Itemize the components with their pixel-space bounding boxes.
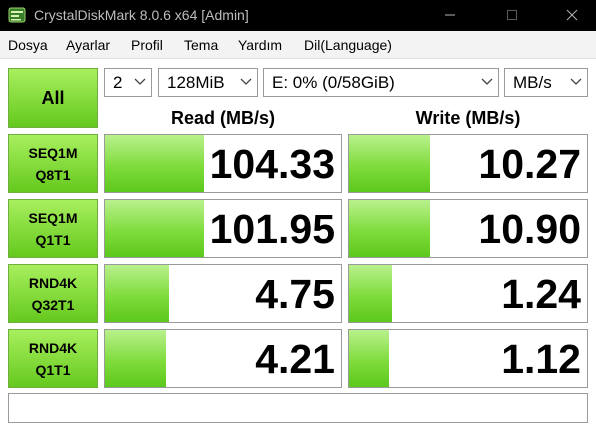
write-value: 1.12 xyxy=(501,336,581,382)
write-header: Write (MB/s) xyxy=(415,108,521,128)
maximize-icon[interactable] xyxy=(500,5,524,25)
chevron-down-icon xyxy=(134,78,146,85)
test-line2: Q1T1 xyxy=(35,231,71,248)
read-value: 101.95 xyxy=(209,206,335,252)
test-button-seq1m-q1t1[interactable]: SEQ1M Q1T1 xyxy=(8,199,98,258)
write-bar xyxy=(349,135,430,192)
test-line2: Q1T1 xyxy=(35,361,71,378)
test-line1: SEQ1M xyxy=(28,209,78,226)
read-bar xyxy=(105,135,205,192)
test-count-value: 2 xyxy=(113,73,123,92)
chevron-down-icon xyxy=(240,78,252,85)
test-line2: Q8T1 xyxy=(35,166,71,183)
test-size-value: 128MiB xyxy=(167,73,225,92)
read-result-cell: 104.33 xyxy=(104,134,342,193)
test-line1: SEQ1M xyxy=(28,144,78,161)
minimize-icon[interactable] xyxy=(438,5,462,25)
window-title: CrystalDiskMark 8.0.6 x64 [Admin] xyxy=(34,7,249,23)
unit-select[interactable]: MB/s xyxy=(504,68,588,97)
read-value: 4.75 xyxy=(255,271,335,317)
write-bar xyxy=(349,330,390,387)
all-button[interactable]: All xyxy=(8,68,98,128)
read-value: 104.33 xyxy=(209,141,335,187)
test-line2: Q32T1 xyxy=(31,296,75,313)
app-icon xyxy=(8,7,26,23)
test-size-select[interactable]: 128MiB xyxy=(158,68,258,97)
write-result-cell: 1.24 xyxy=(348,264,588,323)
read-bar xyxy=(105,200,205,257)
write-bar xyxy=(349,200,430,257)
write-result-cell: 1.12 xyxy=(348,329,588,388)
write-value: 1.24 xyxy=(501,271,581,317)
write-bar xyxy=(349,265,392,322)
menu-bar: Dosya Ayarlar Profil Tema Yardım Dil(Lan… xyxy=(0,31,596,59)
chevron-down-icon xyxy=(481,78,493,85)
chevron-down-icon xyxy=(570,78,582,85)
test-button-rnd4k-q1t1[interactable]: RND4K Q1T1 xyxy=(8,329,98,388)
test-count-select[interactable]: 2 xyxy=(104,68,152,97)
unit-value: MB/s xyxy=(513,73,552,92)
menu-profil[interactable]: Profil xyxy=(131,37,163,53)
drive-select[interactable]: E: 0% (0/58GiB) xyxy=(263,68,499,97)
read-bar xyxy=(105,265,169,322)
test-button-rnd4k-q32t1[interactable]: RND4K Q32T1 xyxy=(8,264,98,323)
menu-dosya[interactable]: Dosya xyxy=(8,37,48,53)
read-result-cell: 4.21 xyxy=(104,329,342,388)
comment-field[interactable] xyxy=(8,393,588,423)
read-result-cell: 4.75 xyxy=(104,264,342,323)
write-value: 10.27 xyxy=(478,141,581,187)
test-button-seq1m-q8t1[interactable]: SEQ1M Q8T1 xyxy=(8,134,98,193)
test-line1: RND4K xyxy=(28,339,78,356)
menu-yardim[interactable]: Yardım xyxy=(238,37,282,53)
read-header: Read (MB/s) xyxy=(170,108,275,128)
read-bar xyxy=(105,330,167,387)
menu-language[interactable]: Dil(Language) xyxy=(304,37,392,53)
write-result-cell: 10.27 xyxy=(348,134,588,193)
title-bar[interactable]: CrystalDiskMark 8.0.6 x64 [Admin] xyxy=(0,0,596,31)
menu-ayarlar[interactable]: Ayarlar xyxy=(66,37,110,53)
drive-value: E: 0% (0/58GiB) xyxy=(272,73,395,92)
read-value: 4.21 xyxy=(255,336,335,382)
close-icon[interactable] xyxy=(560,5,584,25)
write-result-cell: 10.90 xyxy=(348,199,588,258)
write-value: 10.90 xyxy=(478,206,581,252)
read-result-cell: 101.95 xyxy=(104,199,342,258)
menu-tema[interactable]: Tema xyxy=(184,37,218,53)
test-line1: RND4K xyxy=(28,274,78,291)
